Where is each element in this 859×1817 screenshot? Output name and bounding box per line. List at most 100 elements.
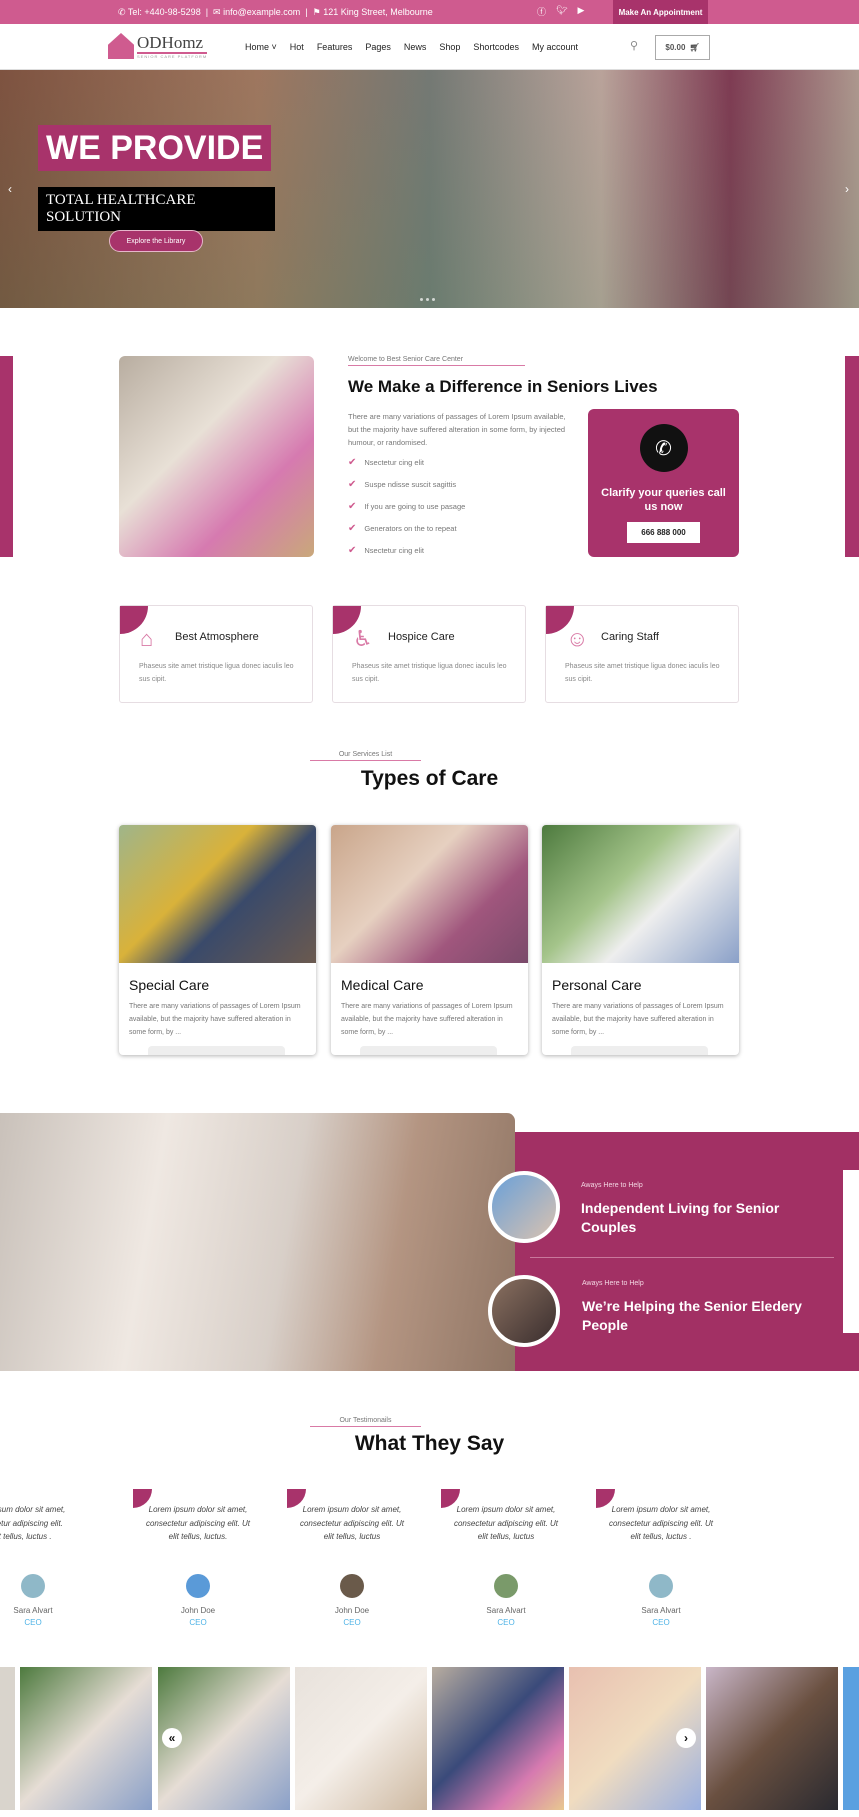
testimonial-text: Lorem ipsum dolor sit amet, consectetur … <box>608 1505 714 1541</box>
call-text: Clarify your queries call us now <box>601 487 726 513</box>
care-card[interactable]: Special Care There are many variations of… <box>119 825 316 1055</box>
check-icon: ✔ <box>348 478 357 490</box>
care-image <box>331 825 528 963</box>
phone-text: Tel: +440-98-5298 <box>127 7 201 17</box>
house-icon: ⌂ <box>140 626 154 651</box>
nav-hot[interactable]: Hot <box>290 42 304 52</box>
gallery-image[interactable] <box>0 1667 15 1810</box>
read-more-button[interactable] <box>360 1046 497 1055</box>
logo-tagline: SENIOR CARE PLATFORM <box>137 53 208 59</box>
nav-home[interactable]: Home ˅ <box>245 42 277 52</box>
nav-pages[interactable]: Pages <box>365 42 391 52</box>
testimonials-eyebrow: Our Testimonails <box>310 1417 421 1427</box>
care-text: There are many variations of passages of… <box>129 1003 301 1036</box>
feature-title: Hospice Care <box>388 631 455 643</box>
care-text: There are many variations of passages of… <box>341 1003 513 1036</box>
gallery-image[interactable] <box>706 1667 838 1810</box>
phone-icon: ✆ <box>118 7 126 17</box>
testimonial-role: CEO <box>497 1617 515 1627</box>
avatar <box>340 1573 364 1598</box>
testimonial-card: Lorem ipsum dolor sit amet, consectetur … <box>133 1489 263 1627</box>
email-icon: ✉ <box>213 7 221 17</box>
gallery-image[interactable] <box>295 1667 427 1810</box>
elder-walker-icon: ♿︎ <box>353 626 373 651</box>
contact-info: ✆ Tel: +440-98-5298 | ✉ info@example.com… <box>118 7 433 17</box>
list-item: ✔ Suspe ndisse suscit sagittis <box>348 478 457 490</box>
feature-title: Best Atmosphere <box>175 631 259 643</box>
care-image <box>542 825 739 963</box>
avatar <box>488 1275 560 1347</box>
search-icon[interactable]: ⚲ <box>630 39 638 52</box>
testimonial-role: CEO <box>343 1617 361 1627</box>
next-slide-icon[interactable]: › <box>845 182 849 196</box>
nav-news[interactable]: News <box>404 42 427 52</box>
list-item: ✔ If you are going to use pasage <box>348 500 466 512</box>
gallery-image[interactable] <box>20 1667 152 1810</box>
about-title: We Make a Difference in Seniors Lives <box>348 377 658 396</box>
explore-button[interactable]: Explore the Library <box>109 230 203 252</box>
nurse-photo <box>0 1113 515 1371</box>
hero-subtitle: TOTAL HEALTHCARE SOLUTION <box>38 187 275 231</box>
services-eyebrow: Our Services List <box>310 751 421 761</box>
gallery-next-icon[interactable]: › <box>676 1728 696 1748</box>
read-more-button[interactable] <box>571 1046 708 1055</box>
divider <box>530 1257 834 1258</box>
slide-dots[interactable] <box>420 298 435 301</box>
read-more-button[interactable] <box>148 1046 285 1055</box>
facebook-icon[interactable]: ⓕ <box>537 5 546 18</box>
map-icon: ⚑ <box>312 7 321 17</box>
email-link[interactable]: info@example.com <box>223 7 300 17</box>
care-card[interactable]: Medical Care There are many variations of… <box>331 825 528 1055</box>
feature-card: ☺ Caring Staff Phaseus site amet tristique… <box>545 605 739 703</box>
youtube-icon[interactable]: ▶ <box>577 5 584 18</box>
testimonial-text: Lorem ipsum dolor sit amet, consectetur … <box>299 1505 405 1541</box>
care-title: Special Care <box>129 977 210 993</box>
seniors-photo <box>119 356 314 557</box>
feature-text: Phaseus site amet tristique ligua donec … <box>565 663 720 683</box>
logo[interactable]: ODHomz SENIOR CARE PLATFORM <box>108 33 208 59</box>
check-icon: ✔ <box>348 500 357 512</box>
check-icon: ✔ <box>348 544 357 556</box>
help-title: Independent Living for Senior Couples <box>581 1200 780 1235</box>
feature-card: ⌂ Best Atmosphere Phaseus site amet tristi… <box>119 605 313 703</box>
feature-text: Phaseus site amet tristique ligua donec … <box>139 663 294 683</box>
testimonial-text: Lorem ipsum dolor sit amet, consectetur … <box>453 1505 559 1541</box>
help-panel: Aways Here to Help Independent Living fo… <box>488 1132 859 1371</box>
testimonial-card: Lorem ipsum dolor sit amet, consectetur … <box>441 1489 571 1627</box>
phone-call-icon: ✆ <box>639 424 688 472</box>
gallery-prev-icon[interactable]: « <box>162 1728 182 1748</box>
nurse-icon: ☺ <box>566 626 589 651</box>
cart-total: $0.00 <box>665 43 686 52</box>
gallery-image[interactable] <box>432 1667 564 1810</box>
cart-button[interactable]: $0.00 🛒︎ <box>655 35 710 60</box>
nav-shortcodes[interactable]: Shortcodes <box>473 42 519 52</box>
testimonial-card: Lorem ipsum dolor sit amet, consectetur … <box>287 1489 417 1627</box>
cart-icon: 🛒︎ <box>689 43 700 52</box>
testimonials-eyebrow-wrap: Our Testimonails <box>310 1417 421 1427</box>
check-icon: ✔ <box>348 456 357 468</box>
nav-my-account[interactable]: My account <box>532 42 578 52</box>
twitter-icon[interactable]: 🐦︎ <box>556 5 567 18</box>
care-card[interactable]: Personal Care There are many variations o… <box>542 825 739 1055</box>
testimonial-text: Lorem ipsum dolor sit amet, consectetur … <box>0 1505 66 1541</box>
testimonial-name: John Doe <box>334 1605 370 1615</box>
main-nav: Home ˅ Hot Features Pages News Shop Shor… <box>245 42 578 52</box>
nav-home-label: Home <box>245 42 270 52</box>
care-title: Medical Care <box>341 977 424 993</box>
chevron-down-icon: ˅ <box>271 42 277 52</box>
gallery-image[interactable] <box>843 1667 859 1810</box>
call-box: ✆ Clarify your queries call us now 666 8… <box>588 409 739 557</box>
testimonial-role: CEO <box>189 1617 207 1627</box>
list-item: ✔ Nsectetur cing elit <box>348 456 424 468</box>
decor-bar-left <box>0 356 13 557</box>
hero-slider: WE PROVIDE TOTAL HEALTHCARE SOLUTION Exp… <box>0 70 859 308</box>
prev-slide-icon[interactable]: ‹ <box>8 182 12 196</box>
nav-features[interactable]: Features <box>317 42 353 52</box>
logo-text: ODHomz <box>137 33 208 54</box>
avatar <box>494 1573 518 1598</box>
services-title: Types of Care <box>360 767 499 790</box>
testimonial-name: Sara Alvart <box>486 1605 526 1615</box>
call-number-button[interactable]: 666 888 000 <box>627 522 700 543</box>
nav-shop[interactable]: Shop <box>439 42 460 52</box>
make-appointment-button[interactable]: Make An Appointment <box>613 0 708 24</box>
